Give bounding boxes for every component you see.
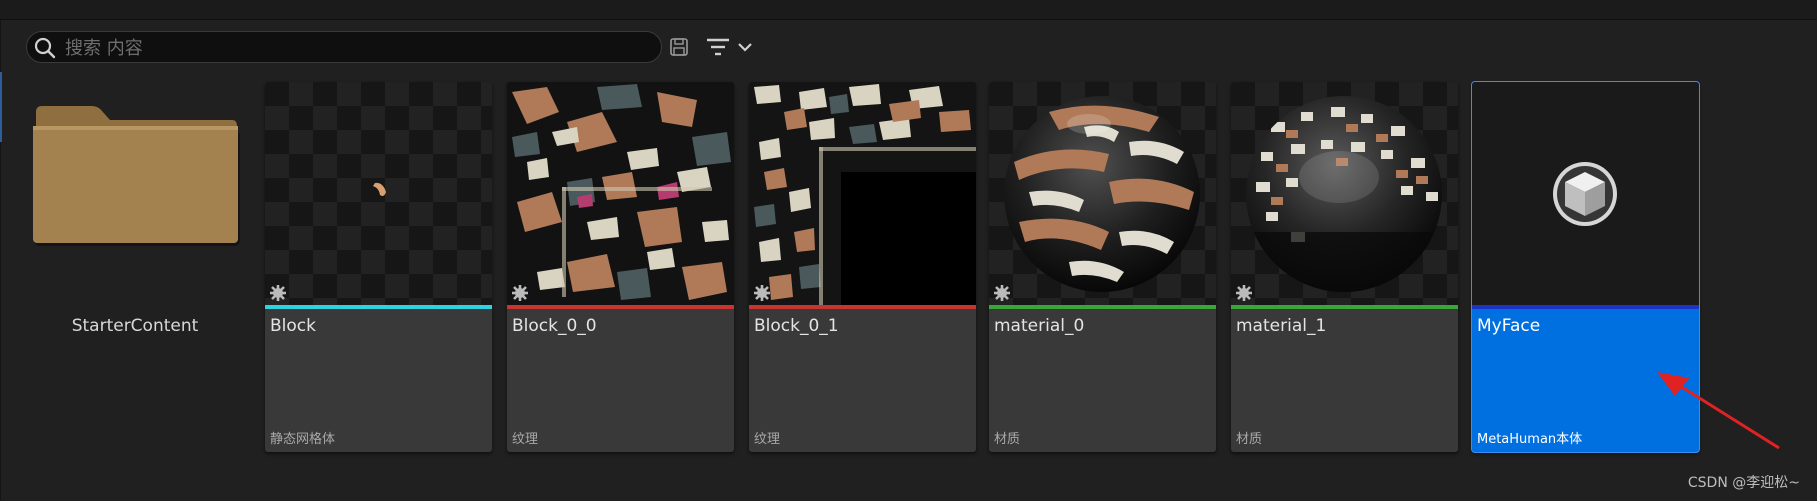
asset-type-bar bbox=[1231, 305, 1458, 309]
asset-thumbnail bbox=[1472, 82, 1699, 305]
asset-name: Block bbox=[270, 316, 316, 336]
asset-type-bar bbox=[507, 305, 734, 309]
asset-type-label: 纹理 bbox=[754, 432, 781, 447]
search-icon bbox=[34, 37, 56, 59]
asset-tile-block[interactable]: Block 静态网格体 bbox=[265, 82, 492, 452]
asset-name: material_0 bbox=[994, 316, 1085, 336]
asset-name: Block_0_0 bbox=[512, 316, 597, 336]
asset-tile-block-0-0[interactable]: Block_0_0 纹理 bbox=[507, 82, 734, 452]
folder-label: StarterContent bbox=[71, 316, 199, 336]
filter-icon bbox=[707, 38, 729, 56]
asset-gear-icon bbox=[1236, 285, 1252, 301]
asset-type-label: 材质 bbox=[1236, 432, 1263, 447]
watermark: CSDN @李迎松~ bbox=[1687, 475, 1800, 491]
material-sphere-preview bbox=[1004, 96, 1200, 292]
asset-tile-material-1[interactable]: material_1 材质 bbox=[1231, 82, 1458, 452]
folder-tile-startercontent[interactable]: StarterContent bbox=[30, 82, 240, 452]
top-panel-strip bbox=[0, 0, 1817, 20]
asset-type-bar bbox=[749, 305, 976, 309]
cube-icon bbox=[1553, 162, 1617, 226]
filter-dropdown-button[interactable] bbox=[706, 34, 756, 60]
mesh-preview bbox=[373, 182, 386, 196]
annotation-arrow-icon bbox=[1657, 372, 1780, 450]
asset-type-label: 材质 bbox=[994, 432, 1021, 447]
asset-name: MyFace bbox=[1477, 316, 1541, 336]
asset-gear-icon bbox=[270, 285, 286, 301]
chevron-down-icon bbox=[738, 43, 752, 52]
texture-preview bbox=[507, 82, 734, 305]
asset-type-bar bbox=[265, 305, 492, 309]
folder-icon bbox=[33, 106, 240, 246]
asset-thumbnail bbox=[989, 82, 1216, 305]
search-input[interactable] bbox=[63, 34, 647, 62]
material-sphere-preview bbox=[1246, 96, 1442, 292]
asset-gear-icon bbox=[994, 285, 1010, 301]
left-panel-edge-highlight bbox=[0, 72, 2, 142]
asset-thumbnail bbox=[265, 82, 492, 305]
asset-type-label: MetaHuman本体 bbox=[1477, 432, 1583, 447]
asset-tile-block-0-1[interactable]: Block_0_1 纹理 bbox=[749, 82, 976, 452]
save-search-button[interactable] bbox=[669, 34, 693, 60]
asset-name: material_1 bbox=[1236, 316, 1327, 336]
asset-type-label: 静态网格体 bbox=[270, 432, 336, 447]
asset-tile-material-0[interactable]: material_0 材质 bbox=[989, 82, 1216, 452]
asset-thumbnail bbox=[507, 82, 734, 305]
asset-type-bar bbox=[1472, 305, 1699, 309]
asset-gear-icon bbox=[512, 285, 528, 301]
asset-type-label: 纹理 bbox=[512, 432, 539, 447]
search-box[interactable] bbox=[26, 31, 662, 63]
asset-thumbnail bbox=[1231, 82, 1458, 305]
asset-type-bar bbox=[989, 305, 1216, 309]
texture-preview bbox=[749, 82, 976, 305]
asset-name: Block_0_1 bbox=[754, 316, 839, 336]
asset-gear-icon bbox=[754, 285, 770, 301]
save-icon bbox=[670, 38, 688, 56]
asset-thumbnail bbox=[749, 82, 976, 305]
